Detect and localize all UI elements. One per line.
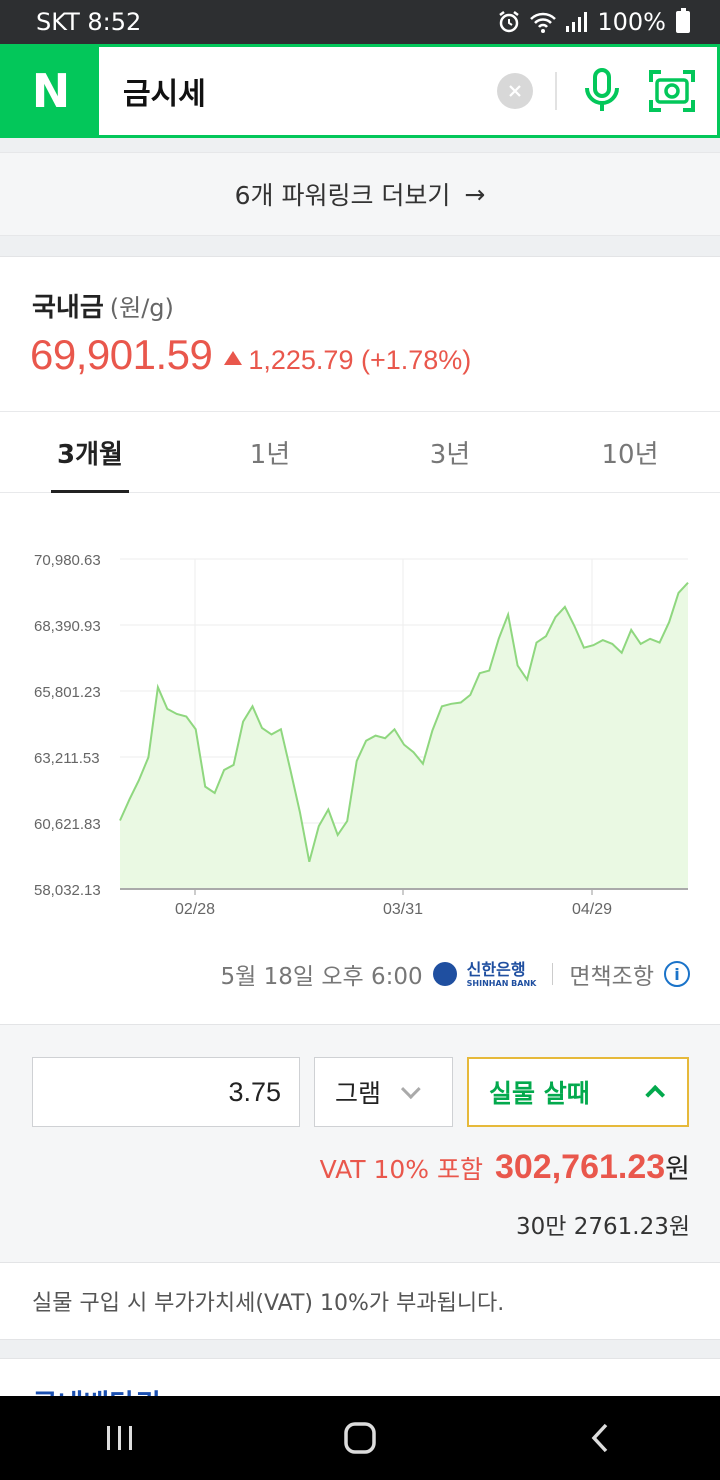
price-calculator: 3.75 그램 실물 살때 VAT 10% 포함 302,761.23원 30만… bbox=[0, 1024, 720, 1262]
y-tick-labels: 70,980.63 68,390.93 65,801.23 63,211.53 60,6… bbox=[34, 552, 101, 899]
tab-1-year[interactable]: 1년 bbox=[180, 412, 360, 492]
signal-icon bbox=[566, 12, 588, 32]
price-change: 1,225.79 (+1.78%) bbox=[224, 345, 471, 376]
source-separator bbox=[552, 963, 554, 985]
wifi-icon bbox=[530, 12, 557, 33]
update-time: 5월 18일 오후 6:00 bbox=[220, 964, 423, 990]
carrier-time: SKT 8:52 bbox=[36, 8, 142, 36]
gold-title-text: 국내금 bbox=[32, 293, 104, 323]
tab-3-years[interactable]: 3년 bbox=[360, 412, 540, 492]
chevron-up-icon bbox=[645, 1084, 666, 1105]
search-divider bbox=[555, 72, 557, 110]
shinhan-logo-icon bbox=[432, 962, 457, 986]
quantity-input[interactable]: 3.75 bbox=[32, 1057, 300, 1127]
recent-apps-icon bbox=[107, 1426, 132, 1450]
trade-type-value: 실물 살때 bbox=[489, 1079, 590, 1108]
powerlink-more-button[interactable]: 6개 파워링크 더보기 → bbox=[0, 152, 720, 236]
clear-button[interactable] bbox=[497, 73, 533, 109]
camera-lens-icon bbox=[649, 70, 695, 112]
period-tabs: 3개월 1년 3년 10년 bbox=[0, 411, 720, 493]
voice-search-button[interactable] bbox=[577, 66, 627, 116]
info-icon[interactable]: i bbox=[664, 961, 690, 987]
close-icon bbox=[509, 85, 521, 97]
tab-10-years[interactable]: 10년 bbox=[540, 412, 720, 492]
android-nav-bar bbox=[0, 1396, 720, 1480]
tab-3-months[interactable]: 3개월 bbox=[0, 412, 180, 492]
status-right: 100% bbox=[497, 8, 690, 36]
bank-name-kr: 신한은행 bbox=[466, 959, 526, 979]
search-bar: N 금시세 bbox=[0, 44, 720, 138]
hangul-amount: 30만 2761.23원 bbox=[515, 1214, 690, 1240]
x-tick-label: 02/28 bbox=[175, 901, 215, 918]
x-tick-label: 03/31 bbox=[383, 901, 423, 918]
naver-logo[interactable]: N bbox=[3, 47, 99, 135]
vat-notice: 실물 구입 시 부가가치세(VAT) 10%가 부과됩니다. bbox=[0, 1262, 720, 1340]
gold-price-card: 국내금 (원/g) 69,901.59 1,225.79 (+1.78%) 3개월… bbox=[0, 256, 720, 1024]
next-section: 국내배당귀 bbox=[0, 1358, 720, 1398]
price-change-text: 1,225.79 (+1.78%) bbox=[248, 345, 472, 375]
price-area bbox=[120, 582, 688, 889]
lens-search-button[interactable] bbox=[647, 66, 697, 116]
recent-apps-button[interactable] bbox=[80, 1408, 160, 1468]
status-icons bbox=[497, 10, 588, 34]
back-button[interactable] bbox=[560, 1408, 640, 1468]
current-price: 69,901.59 bbox=[30, 331, 213, 378]
vat-label: VAT 10% 포함 bbox=[319, 1155, 483, 1184]
chevron-down-icon bbox=[400, 1079, 421, 1100]
y-tick-label: 70,980.63 bbox=[34, 552, 101, 569]
home-button[interactable] bbox=[320, 1408, 400, 1468]
disclaimer-link[interactable]: 면책조항 bbox=[569, 957, 654, 991]
back-icon bbox=[591, 1423, 608, 1453]
unit-select[interactable]: 그램 bbox=[314, 1057, 453, 1127]
source-row: 5월 18일 오후 6:00 신한은행 SHINHAN BANK 면책조항 i bbox=[221, 957, 690, 991]
total-amount: 302,761.23 bbox=[494, 1148, 666, 1186]
price-row: 69,901.59 1,225.79 (+1.78%) bbox=[30, 331, 471, 379]
y-tick-label: 63,211.53 bbox=[34, 750, 100, 767]
trade-type-select[interactable]: 실물 살때 bbox=[467, 1057, 689, 1127]
x-tick-label: 04/29 bbox=[572, 901, 612, 918]
search-input[interactable]: 금시세 bbox=[99, 69, 497, 113]
battery-icon bbox=[676, 8, 690, 33]
won-unit: 원 bbox=[665, 1154, 690, 1185]
home-icon bbox=[344, 1422, 376, 1454]
total-row: VAT 10% 포함 302,761.23원 bbox=[320, 1147, 690, 1187]
price-chart-svg: 70,980.63 68,390.93 65,801.23 63,211.53 60,6… bbox=[34, 552, 689, 918]
y-tick-label: 60,621.83 bbox=[34, 816, 101, 833]
price-chart[interactable]: 70,980.63 68,390.93 65,801.23 63,211.53 60,6… bbox=[0, 537, 720, 937]
x-tick-labels: 02/28 03/31 04/29 bbox=[175, 901, 612, 918]
arrow-right-icon: → bbox=[464, 179, 486, 209]
battery-percent: 100% bbox=[597, 8, 666, 36]
bank-name-en: SHINHAN BANK bbox=[466, 978, 537, 988]
gold-title: 국내금 (원/g) bbox=[32, 287, 174, 324]
microphone-icon bbox=[585, 68, 619, 111]
bank-name: 신한은행 SHINHAN BANK bbox=[466, 959, 537, 988]
powerlink-label: 6개 파워링크 더보기 bbox=[234, 181, 451, 210]
status-bar: SKT 8:52 100% bbox=[0, 0, 720, 44]
up-triangle-icon bbox=[224, 351, 243, 365]
y-tick-label: 65,801.23 bbox=[34, 684, 101, 701]
unit-select-value: 그램 bbox=[335, 1079, 382, 1108]
gold-unit: (원/g) bbox=[109, 294, 174, 322]
alarm-icon bbox=[499, 11, 520, 33]
y-tick-label: 68,390.93 bbox=[34, 618, 101, 635]
y-tick-label: 58,032.13 bbox=[34, 882, 101, 899]
